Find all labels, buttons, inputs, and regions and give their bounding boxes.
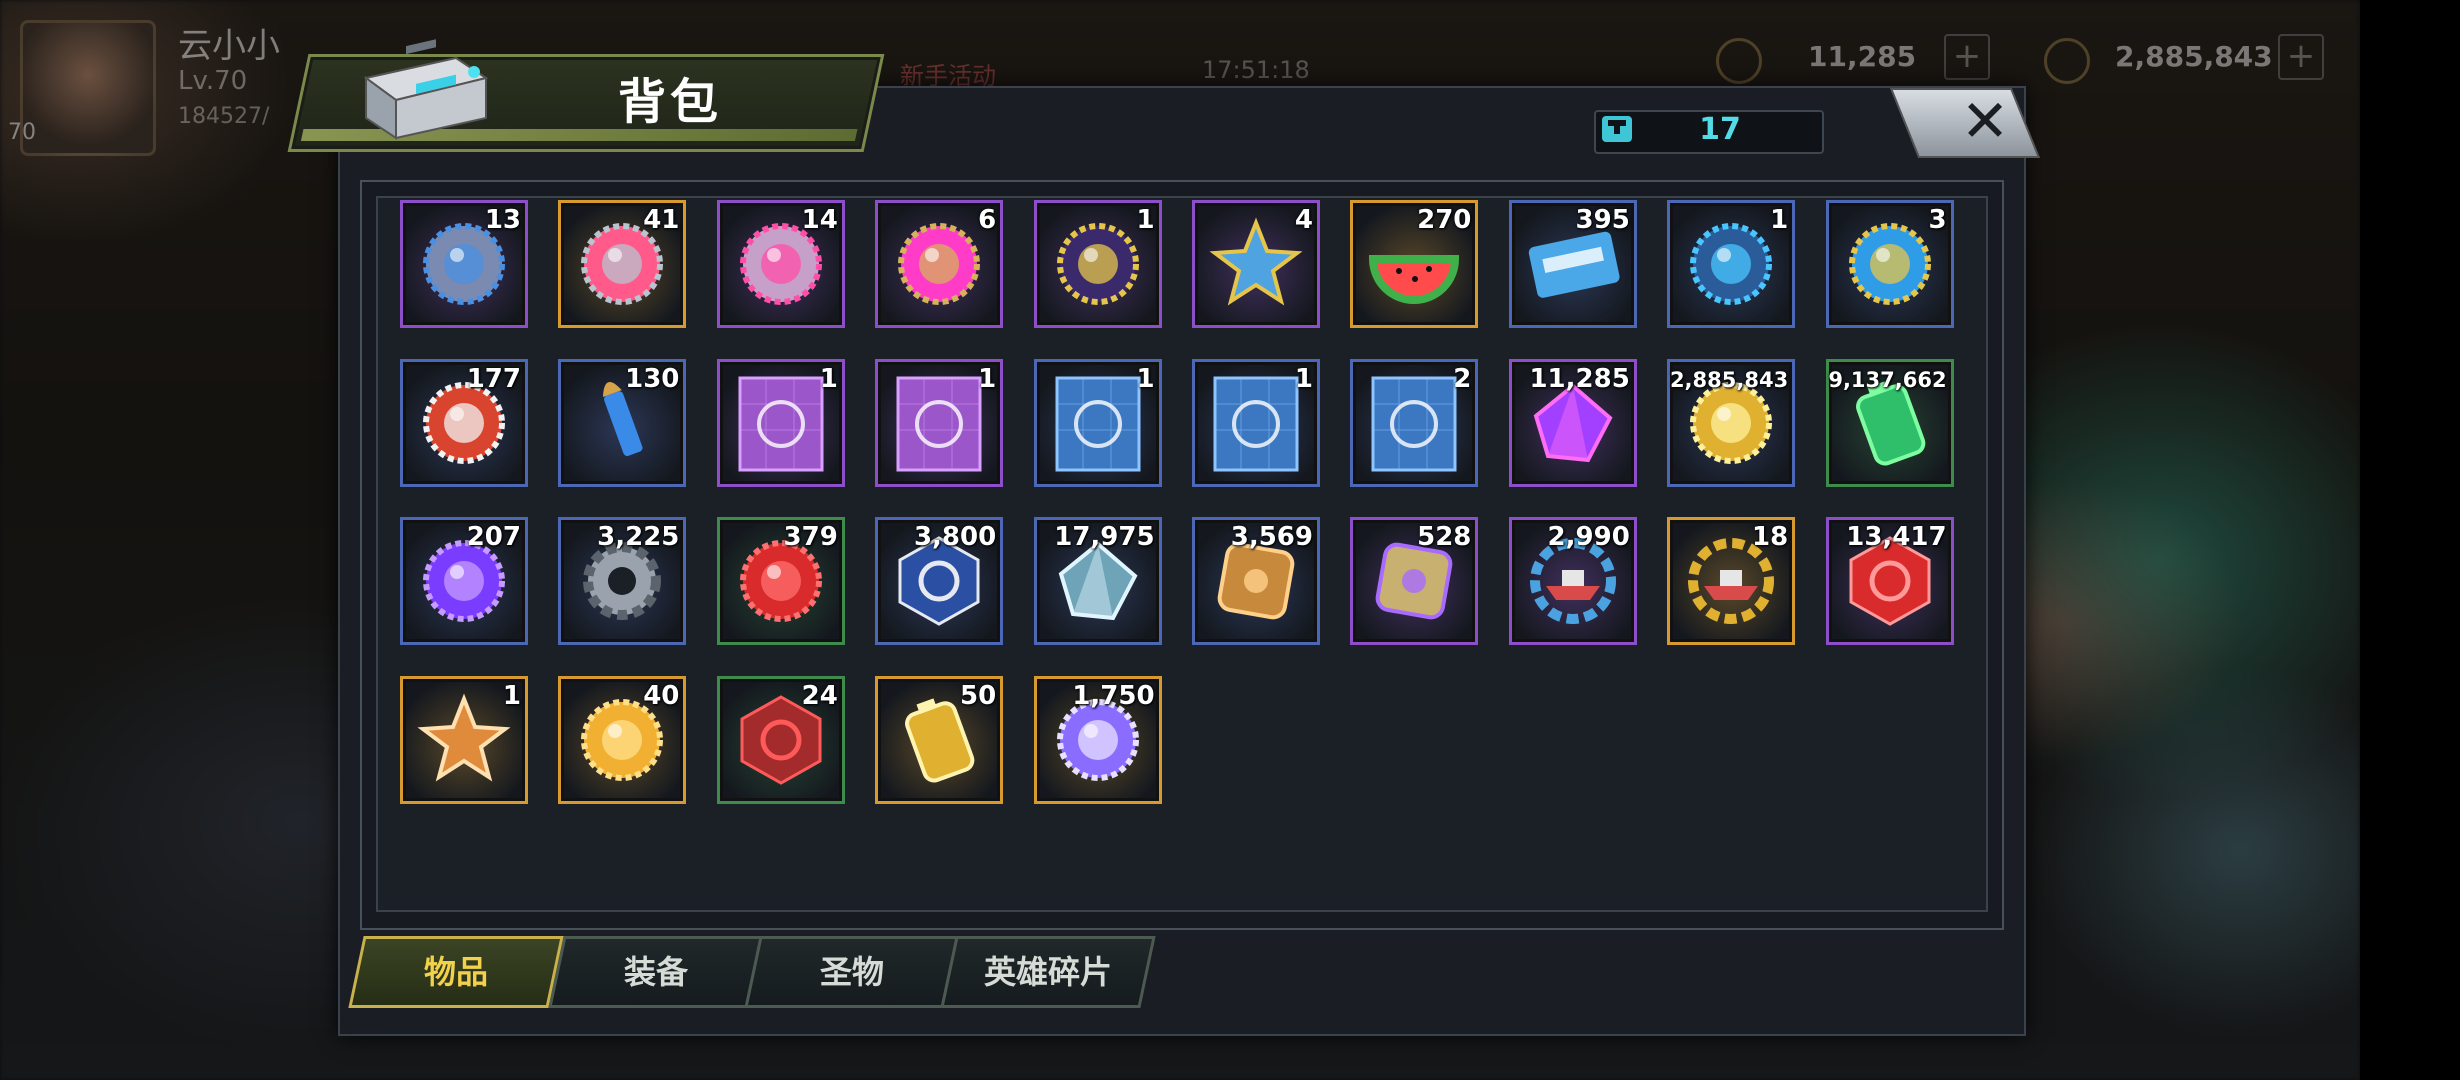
item-slot[interactable]: 1 bbox=[875, 358, 1004, 487]
item-count: 11,285 bbox=[1529, 363, 1630, 394]
crystal-resource-icon bbox=[1716, 38, 1762, 84]
tab-equipment[interactable] bbox=[548, 936, 764, 1008]
item-slot[interactable]: 528 bbox=[1350, 517, 1479, 646]
player-name: 云小小 bbox=[178, 26, 280, 66]
chest-icon bbox=[363, 39, 489, 140]
capacity-value: 17 bbox=[1699, 112, 1741, 147]
item-count: 1 bbox=[1770, 205, 1789, 235]
item-count: 13 bbox=[484, 205, 521, 235]
item-count: 3,800 bbox=[913, 522, 997, 553]
item-count: 14 bbox=[801, 205, 838, 235]
item-slot[interactable]: 3,225 bbox=[558, 517, 687, 646]
window-title: 背包 bbox=[617, 74, 722, 130]
item-count: 3,225 bbox=[597, 522, 680, 553]
item-slot[interactable]: 270 bbox=[1350, 200, 1479, 328]
item-slot[interactable]: 2 bbox=[1350, 358, 1479, 487]
item-slot[interactable]: 379 bbox=[716, 517, 845, 646]
item-slot[interactable]: 1 bbox=[716, 358, 845, 487]
item-slot[interactable]: 1 bbox=[400, 675, 528, 804]
player-exp: 184527/ bbox=[178, 104, 270, 129]
item-count: 2 bbox=[1453, 363, 1472, 394]
item-count: 50 bbox=[960, 680, 997, 711]
item-count: 2,885,843 bbox=[1669, 367, 1789, 392]
tab-hero-shards[interactable] bbox=[940, 936, 1156, 1008]
item-count: 1 bbox=[1294, 363, 1313, 394]
item-count: 395 bbox=[1575, 205, 1630, 235]
item-count: 270 bbox=[1417, 205, 1472, 235]
item-slot[interactable]: 13,417 bbox=[1825, 517, 1954, 646]
item-slot[interactable]: 24 bbox=[716, 675, 845, 804]
item-count: 528 bbox=[1417, 522, 1472, 553]
bag-capacity-icon bbox=[1602, 116, 1632, 142]
item-slot[interactable]: 1 bbox=[1192, 358, 1320, 487]
item-slot[interactable]: 2,990 bbox=[1508, 517, 1637, 646]
item-count: 9,137,662 bbox=[1828, 367, 1947, 392]
add-coins-button: + bbox=[2278, 34, 2324, 80]
avatar bbox=[20, 20, 156, 156]
item-slot[interactable]: 1,750 bbox=[1033, 675, 1162, 804]
item-count: 1 bbox=[1136, 205, 1155, 235]
item-slot[interactable]: 6 bbox=[875, 200, 1004, 328]
item-count: 3,569 bbox=[1230, 522, 1313, 553]
item-count: 24 bbox=[801, 680, 838, 711]
event-timer: 17:51:18 bbox=[1202, 56, 1310, 84]
item-count: 130 bbox=[625, 363, 680, 394]
item-slot[interactable]: 11,285 bbox=[1508, 358, 1637, 487]
item-slot[interactable]: 1 bbox=[1033, 358, 1162, 487]
item-slot[interactable]: 177 bbox=[400, 358, 528, 487]
item-count: 3 bbox=[1928, 205, 1947, 235]
item-slot[interactable]: 3,569 bbox=[1192, 517, 1320, 646]
item-slot[interactable]: 9,137,662 bbox=[1825, 358, 1954, 487]
resource-crystal: 11,285 bbox=[1808, 40, 1917, 73]
item-count: 18 bbox=[1752, 522, 1789, 553]
item-slot[interactable]: 3,800 bbox=[875, 517, 1004, 646]
item-count: 41 bbox=[643, 205, 680, 235]
item-slot[interactable]: 18 bbox=[1667, 517, 1796, 646]
item-count: 2,990 bbox=[1547, 522, 1630, 553]
item-count: 1 bbox=[819, 363, 838, 394]
item-slot[interactable]: 2,885,843 bbox=[1667, 358, 1796, 487]
item-slot[interactable]: 395 bbox=[1508, 200, 1637, 328]
coin-resource-icon bbox=[2044, 38, 2090, 84]
item-count: 207 bbox=[466, 522, 521, 553]
tab-relics[interactable] bbox=[744, 936, 960, 1008]
item-slot[interactable]: 3 bbox=[1825, 200, 1954, 328]
item-slot[interactable]: 14 bbox=[716, 200, 845, 328]
avatar-level: 70 bbox=[8, 120, 36, 145]
player-level: Lv.70 bbox=[178, 66, 248, 96]
item-count: 40 bbox=[643, 680, 680, 711]
item-slot[interactable]: 40 bbox=[558, 675, 687, 804]
item-count: 379 bbox=[783, 522, 838, 553]
item-count: 4 bbox=[1294, 205, 1313, 235]
item-slot[interactable]: 17,975 bbox=[1033, 517, 1162, 646]
item-slot[interactable]: 130 bbox=[558, 358, 687, 487]
item-count: 1 bbox=[978, 363, 997, 394]
resource-coins: 2,885,843 bbox=[2115, 40, 2273, 73]
item-count: 1 bbox=[502, 680, 521, 711]
item-slot[interactable]: 4 bbox=[1192, 200, 1320, 328]
add-crystal-button: + bbox=[1944, 34, 1990, 80]
item-count: 1 bbox=[1136, 363, 1155, 394]
item-slot[interactable]: 1 bbox=[1033, 200, 1162, 328]
item-count: 177 bbox=[466, 363, 521, 394]
item-slot[interactable]: 207 bbox=[400, 517, 528, 646]
tab-items[interactable] bbox=[348, 936, 564, 1008]
item-count: 6 bbox=[978, 205, 997, 235]
item-count: 17,975 bbox=[1054, 522, 1155, 553]
item-count: 1,750 bbox=[1072, 680, 1155, 711]
item-slot[interactable]: 1 bbox=[1667, 200, 1796, 328]
item-slot[interactable]: 13 bbox=[400, 200, 528, 328]
item-slot[interactable]: 50 bbox=[875, 675, 1004, 804]
item-slot[interactable]: 41 bbox=[558, 200, 687, 328]
close-icon[interactable]: ✕ bbox=[1950, 86, 2020, 156]
screen-edge bbox=[2360, 0, 2460, 1080]
item-count: 13,417 bbox=[1846, 522, 1947, 553]
